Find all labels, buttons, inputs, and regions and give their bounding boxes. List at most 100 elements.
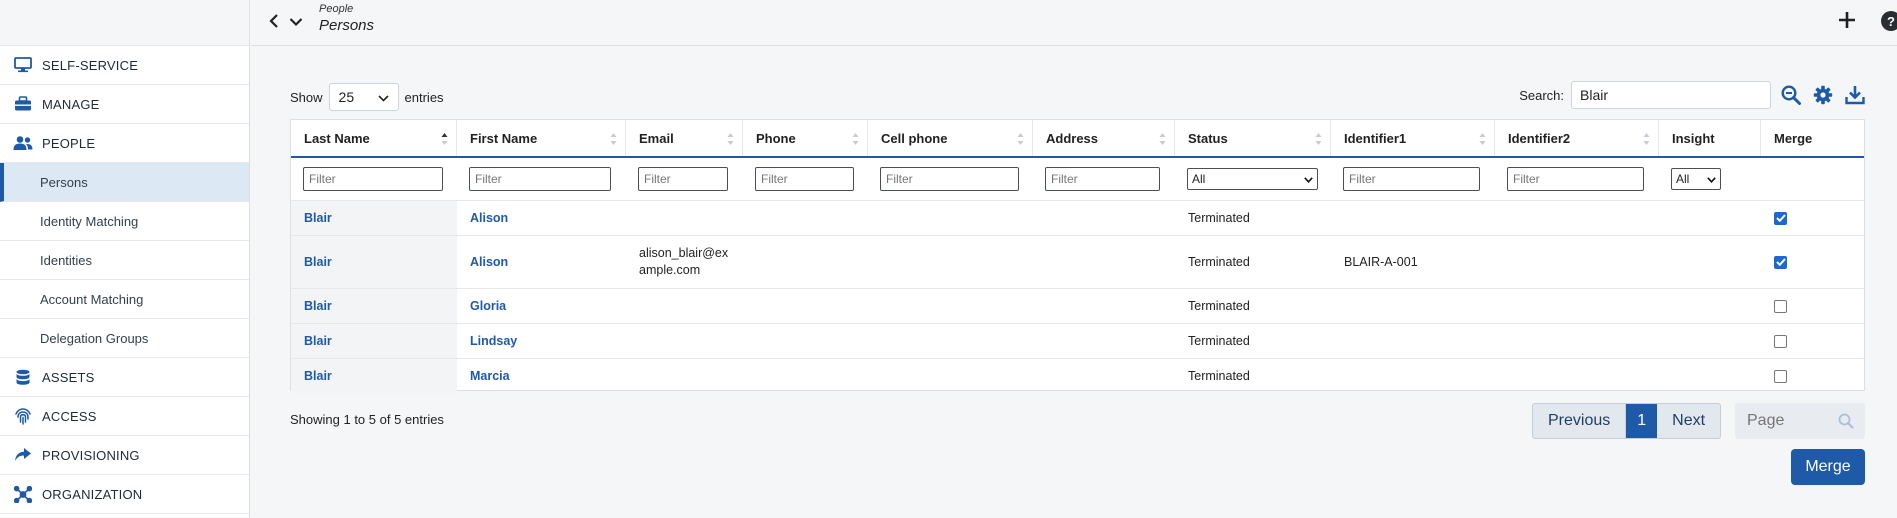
filter-select-value: All — [1192, 172, 1206, 186]
last-name-link[interactable]: Blair — [304, 299, 332, 313]
status-filter-select[interactable]: All — [1187, 168, 1318, 190]
filter-input-cell-phone[interactable] — [880, 167, 1019, 191]
filter-input-first-name[interactable] — [469, 167, 611, 191]
filter-input-phone[interactable] — [755, 167, 854, 191]
table-cell — [1659, 359, 1761, 393]
column-header-merge[interactable]: Merge — [1761, 120, 1864, 156]
table-cell — [743, 201, 868, 235]
page-title: Persons — [319, 17, 375, 34]
sidebar-item-people[interactable]: PEOPLE — [0, 124, 249, 163]
first-name-link[interactable]: Gloria — [470, 299, 506, 313]
insight-filter-select[interactable]: All — [1671, 168, 1721, 190]
breadcrumb: People Persons — [319, 3, 374, 34]
sidebar-item-organization[interactable]: ORGANIZATION — [0, 475, 249, 514]
status-text: Terminated — [1188, 255, 1250, 269]
sidebar-item-manage[interactable]: MANAGE — [0, 85, 249, 124]
sidebar-item-label: ASSETS — [42, 369, 95, 385]
column-header-last-name[interactable]: Last Name — [291, 120, 457, 156]
column-header-first-name[interactable]: First Name — [457, 120, 626, 156]
sort-icon — [1017, 133, 1024, 145]
column-header-address[interactable]: Address — [1033, 120, 1175, 156]
last-name-link[interactable]: Blair — [304, 334, 332, 348]
merge-checkbox[interactable] — [1774, 299, 1787, 313]
first-name-link[interactable]: Alison — [470, 255, 508, 269]
last-name-link[interactable]: Blair — [304, 369, 332, 383]
add-icon[interactable] — [1837, 10, 1857, 33]
gear-icon[interactable] — [1811, 83, 1835, 107]
column-header-email[interactable]: Email — [626, 120, 743, 156]
merge-checkbox[interactable] — [1774, 334, 1787, 348]
table-cell: Gloria — [457, 289, 626, 323]
merge-checkbox[interactable] — [1774, 369, 1787, 383]
sidebar-item-assets[interactable]: ASSETS — [0, 358, 249, 397]
filter-row: All All — [291, 158, 1864, 200]
sort-icon — [1643, 133, 1650, 145]
first-name-link[interactable]: Lindsay — [470, 334, 517, 348]
column-header-phone[interactable]: Phone — [743, 120, 868, 156]
entries-select-value: 25 — [338, 89, 355, 105]
search-input[interactable] — [1571, 81, 1771, 109]
page-jump — [1735, 403, 1865, 439]
filter-input-email[interactable] — [638, 167, 728, 191]
sidebar-item-label: ACCESS — [42, 408, 97, 424]
sidebar-subitem-account-matching[interactable]: Account Matching — [0, 280, 249, 319]
merge-checkbox[interactable] — [1774, 255, 1787, 269]
search-zoom-out-icon[interactable] — [1779, 83, 1803, 107]
sidebar-item-access[interactable]: ACCESS — [0, 397, 249, 436]
column-header-insight[interactable]: Insight — [1659, 120, 1761, 156]
entries-select[interactable]: 25 — [328, 83, 399, 111]
sidebar-subitem-identities[interactable]: Identities — [0, 241, 249, 280]
page-input[interactable] — [1735, 403, 1831, 439]
table-cell — [743, 324, 868, 358]
chevron-down-icon[interactable] — [289, 15, 303, 30]
sidebar-subitem-delegation-groups[interactable]: Delegation Groups — [0, 319, 249, 358]
sidebar: SELF-SERVICE MANAGE PEOPLE Persons Ident… — [0, 0, 250, 518]
merge-button[interactable]: Merge — [1791, 449, 1865, 485]
last-name-link[interactable]: Blair — [304, 255, 332, 269]
people-icon — [12, 134, 34, 152]
table-header: Last Name First Name Email Phone Cell phone A… — [291, 120, 1864, 158]
filter-input-identifier2[interactable] — [1507, 167, 1644, 191]
download-icon[interactable] — [1843, 83, 1867, 107]
column-header-cell-phone[interactable]: Cell phone — [868, 120, 1033, 156]
breadcrumb-parent[interactable]: People — [319, 3, 374, 15]
sidebar-subitem-identity-matching[interactable]: Identity Matching — [0, 202, 249, 241]
column-header-identifier1[interactable]: Identifier1 — [1331, 120, 1495, 156]
search-label: Search: — [1519, 87, 1564, 103]
table-cell — [626, 324, 743, 358]
filter-input-last-name[interactable] — [303, 167, 443, 191]
check-icon — [1775, 258, 1786, 266]
entries-length-control: Show 25 entries — [290, 83, 444, 111]
table-cell: Marcia — [457, 359, 626, 393]
database-icon — [12, 368, 34, 386]
back-chevron-icon[interactable] — [268, 13, 280, 32]
monitor-icon — [12, 56, 34, 74]
column-header-label: Phone — [756, 130, 796, 146]
filter-input-identifier1[interactable] — [1343, 167, 1480, 191]
table-cell — [1331, 359, 1495, 393]
search-icon[interactable] — [1831, 403, 1861, 439]
column-header-status[interactable]: Status — [1175, 120, 1331, 156]
merge-checkbox[interactable] — [1774, 211, 1787, 225]
page-1-button[interactable]: 1 — [1626, 404, 1658, 438]
sidebar-subitem-persons[interactable]: Persons — [0, 163, 249, 202]
next-button[interactable]: Next — [1657, 404, 1720, 438]
first-name-link[interactable]: Alison — [470, 211, 508, 225]
first-name-link[interactable]: Marcia — [470, 369, 510, 383]
sidebar-item-self-service[interactable]: SELF-SERVICE — [0, 46, 249, 85]
table-cell — [626, 201, 743, 235]
help-icon[interactable]: ? — [1881, 11, 1897, 31]
column-header-label: Email — [639, 130, 674, 146]
column-header-identifier2[interactable]: Identifier2 — [1495, 120, 1659, 156]
share-arrow-icon — [12, 446, 34, 464]
previous-button[interactable]: Previous — [1533, 404, 1627, 438]
persons-table: Last Name First Name Email Phone Cell phone A… — [290, 119, 1865, 393]
last-name-link[interactable]: Blair — [304, 211, 332, 225]
table-cell: Terminated — [1175, 359, 1331, 393]
table-cell — [1331, 289, 1495, 323]
filter-cell: All — [1175, 168, 1331, 190]
sidebar-item-provisioning[interactable]: PROVISIONING — [0, 436, 249, 475]
filter-input-address[interactable] — [1045, 167, 1160, 191]
table-row: Blair Marcia Terminated — [291, 358, 1864, 393]
table-cell — [868, 324, 1033, 358]
